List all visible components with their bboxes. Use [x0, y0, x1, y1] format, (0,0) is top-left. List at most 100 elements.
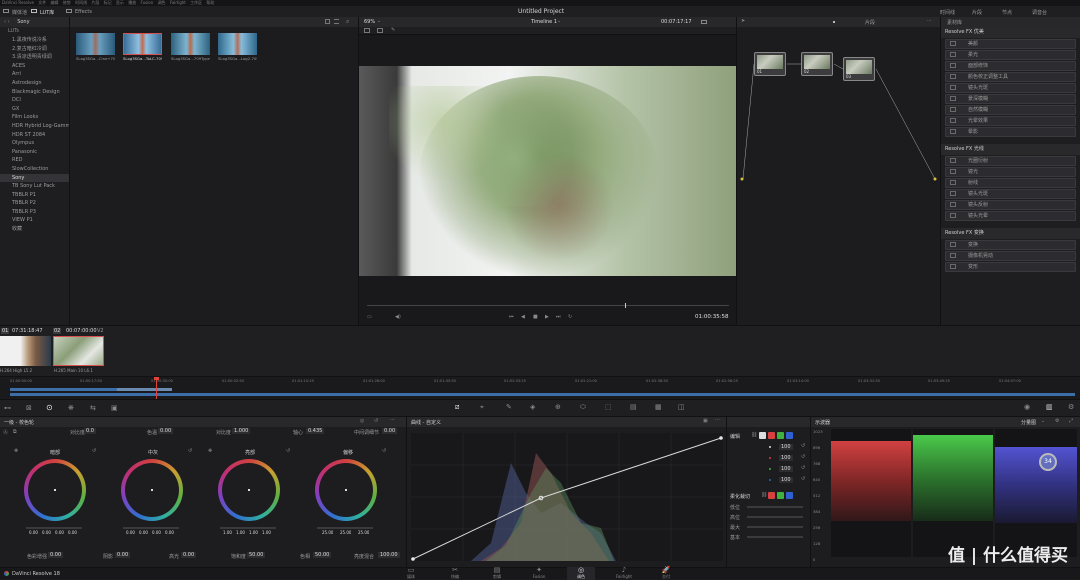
channel-r[interactable]: [768, 492, 775, 499]
lut-folder[interactable]: DCI: [0, 96, 69, 105]
reset-icon[interactable]: ↺: [382, 448, 386, 454]
lut-folder[interactable]: TBBLR P2: [0, 199, 69, 208]
param-value[interactable]: 50.00: [313, 552, 332, 558]
fx-item[interactable]: 镜头反射: [945, 200, 1076, 210]
right-tool-nodes[interactable]: 节点: [1002, 9, 1012, 16]
param-value[interactable]: 100.00: [378, 552, 400, 558]
scope-mode-select[interactable]: 分量图: [1021, 419, 1036, 426]
fx-item[interactable]: 变换: [945, 240, 1076, 250]
fx-item[interactable]: 晕影: [945, 127, 1076, 137]
curves-icon[interactable]: ⧄: [455, 403, 459, 412]
param-value[interactable]: 0.00: [48, 552, 64, 558]
lut-folder[interactable]: HDR Hybrid Log-Gamma: [0, 122, 69, 131]
fx-section-header[interactable]: Resolve FX 光线: [941, 144, 1080, 155]
wand-icon[interactable]: ✎: [391, 27, 395, 33]
link-icon[interactable]: ⛓: [751, 432, 757, 438]
curve-mode-icon[interactable]: ▣: [703, 418, 708, 424]
channel-g[interactable]: [777, 432, 784, 439]
lut-folder[interactable]: 收藏: [0, 225, 69, 234]
menu-item[interactable]: 工作区: [190, 0, 202, 5]
fx-item[interactable]: 变形: [945, 262, 1076, 272]
more-icon[interactable]: ···: [715, 417, 720, 423]
chevron-left-icon[interactable]: ‹ ›: [4, 17, 10, 27]
page-tab-fusion[interactable]: ✦ Fusion: [525, 567, 553, 580]
lut-folder[interactable]: TBBLR P3: [0, 208, 69, 217]
right-tool-timeline[interactable]: 时间线: [940, 9, 955, 16]
reset-icon[interactable]: ↺: [801, 443, 805, 449]
menu-item[interactable]: 编辑: [51, 0, 59, 5]
3d-icon[interactable]: ◫: [678, 403, 685, 411]
blur-icon[interactable]: ⬚: [605, 403, 612, 411]
reset-icon[interactable]: ↺: [188, 448, 192, 454]
fx-item[interactable]: 摄像机晃动: [945, 251, 1076, 261]
param-value[interactable]: 0.00: [158, 428, 174, 434]
intensity-value[interactable]: 100: [779, 477, 793, 483]
menu-item[interactable]: 标记: [104, 0, 112, 5]
lut-folder[interactable]: SlowCollection: [0, 165, 69, 174]
lut-folder[interactable]: HDR ST 2084: [0, 131, 69, 140]
clip2-bar[interactable]: [117, 388, 172, 391]
link-icon[interactable]: ⛓: [761, 492, 767, 498]
lut-folder[interactable]: 1.黑夜传说冷系: [0, 36, 69, 45]
expand-icon[interactable]: ⤢: [1069, 418, 1073, 424]
lut-thumb-selected[interactable]: SLog3SGa...ToLC-709: [123, 33, 162, 62]
lut-thumb[interactable]: SLog3SGa...Log2-709: [218, 33, 257, 62]
window-icon[interactable]: ◈: [530, 403, 535, 411]
wheel-value[interactable]: 0.00: [126, 530, 135, 535]
tracker-icon[interactable]: ⊕: [555, 403, 561, 411]
right-tool-mixer[interactable]: 调音台: [1032, 9, 1047, 16]
color-wheel-gamma[interactable]: [121, 459, 183, 521]
wheel-value[interactable]: 0.00: [165, 530, 174, 535]
skip-end-icon[interactable]: ⏭: [556, 314, 561, 320]
chevron-down-icon[interactable]: ⌄: [1041, 418, 1045, 424]
soft-clip-slider[interactable]: [747, 506, 803, 508]
fx-item[interactable]: 柔光: [945, 50, 1076, 60]
media-pool-icon[interactable]: [3, 9, 9, 13]
wheel-value[interactable]: 0.00: [68, 530, 77, 535]
camera-raw-icon[interactable]: ⊷: [4, 404, 11, 412]
menu-item[interactable]: 调色: [158, 0, 166, 5]
param-value[interactable]: 50.00: [247, 552, 266, 558]
scope-icon[interactable]: ▥: [1046, 403, 1053, 411]
eyedropper-icon[interactable]: ✎: [506, 403, 512, 411]
fx-item[interactable]: 镜头光晕: [945, 211, 1076, 221]
lut-thumb[interactable]: SLog3SGa...Cine+709: [76, 33, 115, 62]
wheel-value[interactable]: 0.00: [152, 530, 161, 535]
lut-folder[interactable]: ACES: [0, 62, 69, 71]
wheel-value[interactable]: 0.00: [55, 530, 64, 535]
lut-folder[interactable]: Blackmagic Design: [0, 88, 69, 97]
reset-icon[interactable]: ↺: [801, 476, 805, 482]
clip1-thumb[interactable]: [0, 336, 51, 366]
lut-folder[interactable]: Astrodesign: [0, 79, 69, 88]
reset-icon[interactable]: ↺: [92, 448, 96, 454]
wheel-slider[interactable]: [26, 527, 82, 529]
menu-item[interactable]: Fairlight: [170, 0, 186, 5]
rgb-mixer-icon[interactable]: ❋: [68, 404, 74, 412]
settings-icon[interactable]: ⚙: [1055, 418, 1059, 424]
skip-start-icon[interactable]: ⏮: [509, 314, 514, 320]
play-icon[interactable]: ▶: [545, 314, 549, 320]
stop-icon[interactable]: ■: [533, 314, 538, 320]
lut-folder[interactable]: GX: [0, 105, 69, 114]
intensity-value[interactable]: 100: [779, 455, 793, 461]
color-wheels-icon[interactable]: ⊙: [46, 403, 53, 412]
menu-item[interactable]: 修剪: [63, 0, 71, 5]
lut-folder[interactable]: VIEW P1: [0, 216, 69, 225]
playhead-handle[interactable]: [154, 377, 159, 380]
wheel-value[interactable]: 25.00: [340, 530, 351, 535]
param-value[interactable]: 1.000: [232, 428, 251, 434]
auto-icon[interactable]: Ⓐ: [3, 429, 8, 436]
split-icon[interactable]: [377, 28, 383, 33]
viewer-scrubber[interactable]: [367, 303, 729, 308]
effects-icon[interactable]: [66, 9, 72, 13]
app-menu[interactable]: DaVinci Resolve: [2, 0, 34, 5]
sizing-icon[interactable]: ▦: [655, 403, 662, 411]
lut-thumb[interactable]: SLog3SGa...709Type: [171, 33, 210, 62]
lut-folder[interactable]: Olympus: [0, 139, 69, 148]
soft-clip-slider[interactable]: [747, 536, 803, 538]
wheel-value[interactable]: 25.00: [322, 530, 333, 535]
page-tab-media[interactable]: ▭ 媒体: [397, 567, 425, 580]
lut-button[interactable]: LUT库: [40, 9, 54, 16]
menu-item[interactable]: 片段: [91, 0, 99, 5]
mini-timeline[interactable]: 01:00:00:00 01:00:17:50 01:00:35:00 01:0…: [0, 376, 1080, 399]
